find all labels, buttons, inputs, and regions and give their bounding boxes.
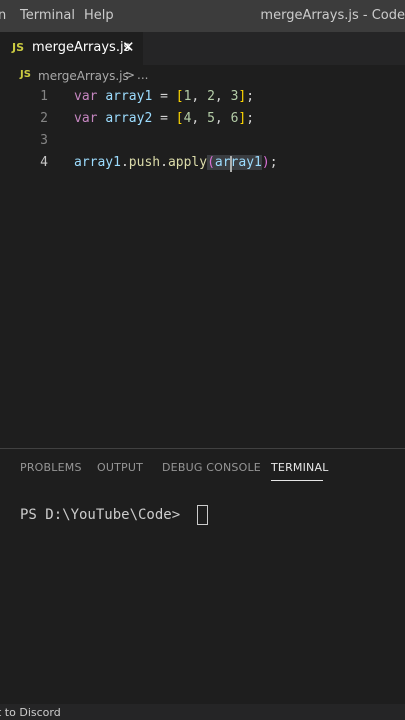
title-bar: n Terminal Help mergeArrays.js - Code [0, 0, 405, 32]
code-line-active[interactable]: 4 array1.push.apply(array1); [0, 153, 405, 175]
code-text[interactable]: var array1 = [1, 2, 3]; [74, 89, 254, 104]
menu-selection[interactable]: n [0, 8, 6, 23]
editor-tab-bar: JS mergeArrays.js ✕ [0, 32, 405, 65]
tab-label: mergeArrays.js [32, 40, 131, 55]
javascript-file-icon: JS [20, 69, 31, 80]
line-number: 1 [40, 89, 48, 104]
terminal-cursor [197, 505, 208, 525]
close-icon[interactable]: ✕ [122, 38, 135, 56]
breadcrumb: JS mergeArrays.js > ... [0, 65, 405, 87]
code-editor[interactable]: 1 var array1 = [1, 2, 3]; 2 var array2 =… [0, 87, 405, 447]
code-text[interactable]: var array2 = [4, 5, 6]; [74, 111, 254, 126]
tab-debug-console[interactable]: DEBUG CONSOLE [162, 461, 261, 474]
tab-terminal[interactable]: TERMINAL [271, 461, 329, 474]
bottom-panel: PROBLEMS OUTPUT DEBUG CONSOLE TERMINAL P… [0, 448, 405, 704]
chevron-right-icon: > [125, 68, 136, 82]
window-title: mergeArrays.js - Code [260, 8, 405, 23]
discord-status[interactable]: t to Discord [0, 706, 61, 719]
line-number: 3 [40, 133, 48, 148]
code-line[interactable]: 3 [0, 131, 405, 153]
tab-problems[interactable]: PROBLEMS [20, 461, 82, 474]
tab-mergearrays[interactable]: JS mergeArrays.js ✕ [0, 32, 143, 65]
breadcrumb-more[interactable]: ... [137, 68, 148, 82]
line-number: 2 [40, 111, 48, 126]
tab-output[interactable]: OUTPUT [97, 461, 143, 474]
menu-terminal[interactable]: Terminal [20, 8, 75, 23]
vscode-window: n Terminal Help mergeArrays.js - Code JS… [0, 0, 405, 720]
active-tab-indicator [271, 480, 323, 481]
text-cursor [230, 156, 232, 172]
code-line[interactable]: 2 var array2 = [4, 5, 6]; [0, 109, 405, 131]
status-bar: t to Discord [0, 704, 405, 720]
menu-help[interactable]: Help [84, 8, 114, 23]
terminal-prompt[interactable]: PS D:\YouTube\Code> [20, 507, 180, 523]
javascript-file-icon: JS [12, 41, 25, 54]
breadcrumb-file[interactable]: mergeArrays.js [38, 69, 129, 83]
line-number: 4 [40, 155, 48, 170]
code-line[interactable]: 1 var array1 = [1, 2, 3]; [0, 87, 405, 109]
code-text[interactable]: array1.push.apply(array1); [74, 155, 278, 170]
